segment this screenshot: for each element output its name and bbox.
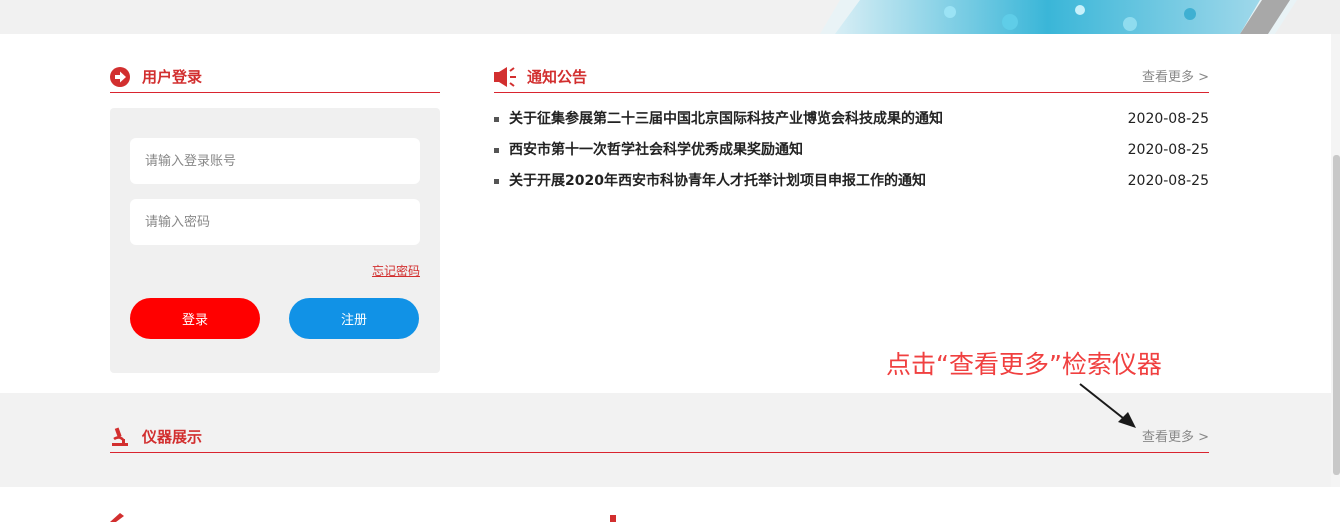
partial-icon [110,513,124,522]
notice-list: 关于征集参展第二十三届中国北京国际科技产业博览会科技成果的通知 2020-08-… [494,108,1209,201]
notice-item[interactable]: 西安市第十一次哲学社会科学优秀成果奖励通知 2020-08-25 [494,139,1209,170]
megaphone-icon [494,67,516,87]
login-button[interactable]: 登录 [130,298,260,339]
bottom-panel [0,487,1340,522]
account-input[interactable] [130,138,420,184]
login-section-header: 用户登录 [110,63,440,93]
scrollbar-thumb[interactable] [1333,155,1340,475]
instrument-section-header: 仪器展示 查看更多 > [110,423,1209,453]
forgot-password-link[interactable]: 忘记密码 [372,262,420,279]
password-input[interactable] [130,199,420,245]
notice-item[interactable]: 关于征集参展第二十三届中国北京国际科技产业博览会科技成果的通知 2020-08-… [494,108,1209,139]
banner-decoration [820,0,1340,34]
register-button[interactable]: 注册 [289,298,419,339]
login-section-title: 用户登录 [142,68,203,86]
instrument-more-link[interactable]: 查看更多 > [1142,426,1209,445]
top-banner-strip [0,0,1340,34]
bullet-icon [494,117,499,122]
instrument-section-title: 仪器展示 [142,428,203,446]
annotation-text: 点击“查看更多”检索仪器 [886,350,1162,379]
notice-date: 2020-08-25 [1127,111,1209,127]
notice-section-title: 通知公告 [527,68,588,86]
page: 用户登录 通知公告 查看更多 > 忘记密码 登录 注册 关于征集参展第二十三届中… [0,0,1340,522]
notice-date: 2020-08-25 [1127,142,1209,158]
notice-title[interactable]: 西安市第十一次哲学社会科学优秀成果奖励通知 [509,139,803,162]
notice-section-header: 通知公告 查看更多 > [494,63,1209,93]
notice-date: 2020-08-25 [1127,173,1209,189]
notice-title[interactable]: 关于开展2020年西安市科协青年人才托举计划项目申报工作的通知 [509,170,926,193]
notice-title[interactable]: 关于征集参展第二十三届中国北京国际科技产业博览会科技成果的通知 [509,108,943,131]
notice-item[interactable]: 关于开展2020年西安市科协青年人才托举计划项目申报工作的通知 2020-08-… [494,170,1209,201]
login-form: 忘记密码 登录 注册 [110,108,440,373]
microscope-icon [112,427,128,446]
partial-icon [610,515,616,522]
bullet-icon [494,179,499,184]
bullet-icon [494,148,499,153]
arrow-right-circle-icon [110,67,130,87]
notice-more-link[interactable]: 查看更多 > [1142,66,1209,85]
